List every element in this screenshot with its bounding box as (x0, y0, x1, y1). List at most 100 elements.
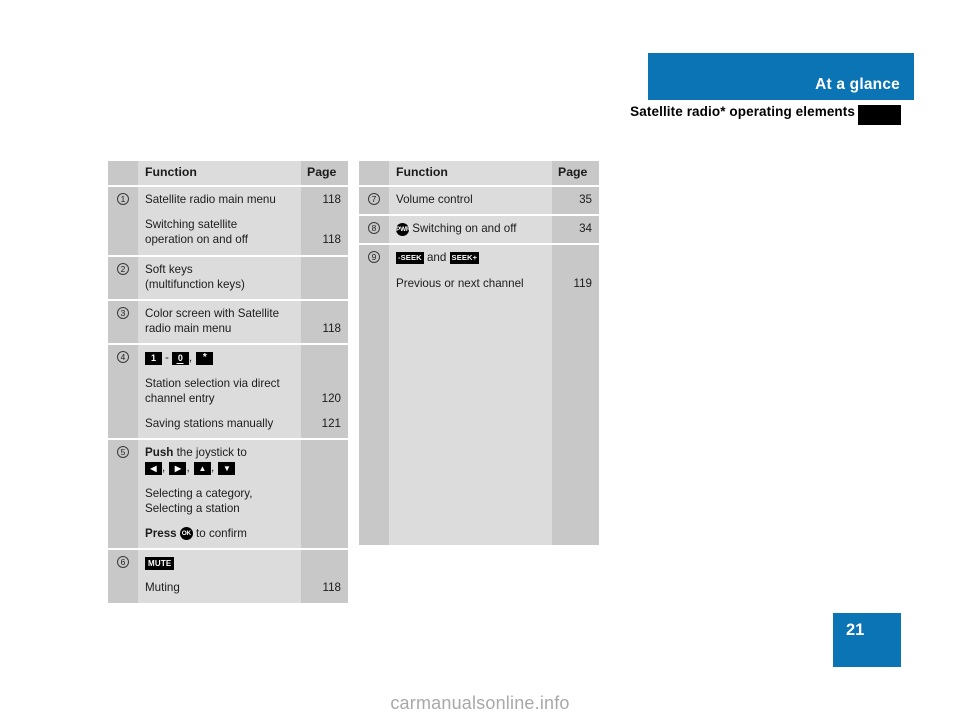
page-ref-blank (552, 250, 592, 265)
table-row: 6 MUTE Muting 118 (108, 548, 348, 603)
key-underscore-mark (176, 362, 184, 364)
row-function: Soft keys (multifunction keys) (138, 256, 301, 300)
table-row: 8 PWR Switching on and off 34 (359, 214, 599, 244)
row-function: PWR Switching on and off (389, 216, 552, 244)
chapter-tab-marker (858, 105, 901, 125)
function-line: channel entry (145, 391, 215, 405)
page-ref: 118 (322, 581, 341, 595)
key-separator: , (210, 461, 215, 475)
page-ref-blank (301, 555, 341, 570)
function-line: Station selection via direct (145, 376, 280, 390)
row-page: 119 (552, 245, 599, 546)
key-0-icon: 0 (171, 351, 189, 365)
row-number: 1 (108, 187, 138, 255)
page-ref-blank (301, 486, 341, 501)
header-page-cell: Page (552, 161, 599, 185)
page-ref: 118 (322, 322, 341, 336)
arrow-up-icon: ▲ (193, 461, 211, 475)
page-ref-blank (301, 460, 341, 475)
key-star-icon: * (196, 351, 214, 365)
page-ref: 34 (579, 222, 592, 236)
push-label: Push (145, 446, 174, 460)
table-header-row: Function Page (108, 161, 348, 185)
function-line: (multifunction keys) (145, 277, 245, 291)
function-line: Previous or next channel (396, 276, 524, 290)
function-line: operation on and off (145, 233, 248, 247)
function-line: Selecting a station (145, 501, 240, 515)
power-instruction: PWR Switching on and off (396, 221, 545, 236)
circled-number: 3 (117, 307, 129, 320)
function-line: Selecting a category, (145, 486, 253, 500)
table-row: 9 -SEEK and SEEK+ Previous or next chann… (359, 243, 599, 546)
page-ref-blank (301, 376, 341, 391)
row-number: 6 (108, 550, 138, 603)
push-instruction: Push the joystick to (145, 445, 294, 460)
page-ref: 120 (321, 391, 341, 405)
row-function: MUTE Muting (138, 550, 301, 603)
page-ref-blank (301, 217, 341, 232)
seek-conjunction: and (426, 251, 447, 265)
arrow-right-icon: ▶ (169, 461, 187, 475)
key-separator: , (186, 461, 190, 475)
circled-number: 1 (117, 193, 129, 205)
circled-number: 7 (368, 193, 380, 205)
function-line: Volume control (396, 193, 473, 206)
arrow-left-icon: ◀ (145, 461, 162, 475)
table-header-row: Function Page (359, 161, 599, 185)
ok-button-icon: OK (179, 527, 193, 541)
function-line: Color screen with Satellite (145, 307, 280, 321)
page-number: 21 (846, 621, 865, 639)
range-dash: - (165, 351, 169, 365)
row-function: 1-0, * Station selection via direct chan… (138, 345, 301, 439)
page-ref-blank (301, 526, 341, 541)
header-number-cell (359, 161, 389, 185)
press-instruction: Press OK to confirm (145, 526, 294, 541)
row-page (301, 440, 348, 549)
row-number: 8 (359, 216, 389, 244)
page-subtitle: Satellite radio* operating elements (630, 104, 855, 119)
row-number: 7 (359, 187, 389, 215)
row-function: -SEEK and SEEK+ Previous or next channel (389, 245, 552, 546)
page-ref-blank (301, 501, 341, 516)
page-ref: 118 (322, 193, 341, 206)
page-ref: 35 (579, 193, 592, 206)
function-line: Switching on and off (412, 222, 517, 236)
joystick-arrow-glyphs: ◀, ▶, ▲, ▼ (145, 460, 294, 475)
table-row: 5 Push the joystick to ◀, ▶, ▲, ▼ Select… (108, 438, 348, 549)
circled-number: 6 (117, 556, 129, 569)
circled-number: 2 (117, 262, 129, 275)
row-page: 35 (552, 187, 599, 215)
circled-number: 4 (117, 351, 129, 364)
page-ref: 118 (322, 233, 341, 247)
row-page: 118 (301, 550, 348, 603)
page-number-box: 21 (833, 613, 901, 667)
seek-previous-icon: -SEEK (396, 252, 424, 265)
power-button-icon: PWR (396, 222, 411, 236)
row-number: 3 (108, 301, 138, 344)
mute-button-icon: MUTE (145, 556, 175, 570)
push-suffix: the joystick to (173, 446, 247, 460)
table-row: 1 Satellite radio main menu Switching sa… (108, 185, 348, 255)
table-row: 4 1-0, * Station selection via direct ch… (108, 343, 348, 439)
header-function-cell: Function (138, 161, 301, 185)
table-row: 3 Color screen with Satellite radio main… (108, 299, 348, 344)
page-ref-blank (301, 445, 341, 460)
page-ref-blank (301, 350, 341, 365)
circled-number: 9 (368, 251, 380, 264)
function-line: Switching satellite (145, 218, 238, 232)
key-separator: , (188, 351, 193, 365)
function-line: Saving stations manually (145, 417, 274, 431)
row-number: 5 (108, 440, 138, 549)
header-function-cell: Function (389, 161, 552, 185)
press-label: Press (145, 527, 177, 541)
left-table: Function Page 1 Satellite radio main men… (108, 161, 348, 603)
key-separator: , (162, 461, 166, 475)
row-number: 4 (108, 345, 138, 439)
page-ref-blank (301, 306, 341, 321)
page-ref-blank (301, 277, 341, 292)
arrow-down-icon: ▼ (218, 461, 236, 475)
row-page: 118 (301, 301, 348, 344)
page-ref-blank (301, 262, 341, 277)
row-page: 34 (552, 216, 599, 244)
circled-number: 5 (117, 446, 129, 459)
